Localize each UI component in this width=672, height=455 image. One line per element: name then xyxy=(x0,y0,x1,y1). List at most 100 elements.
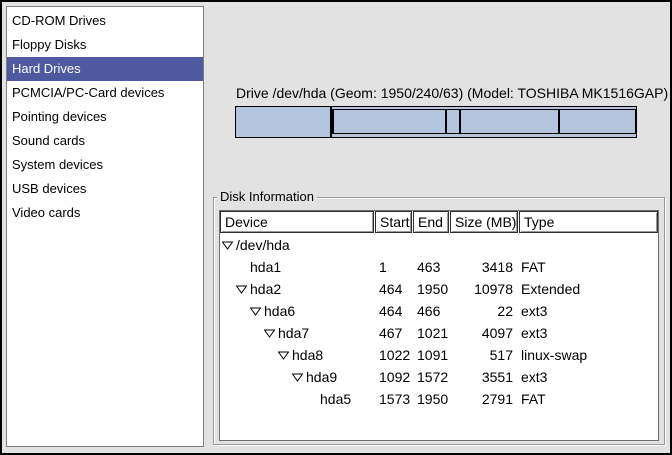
size-cell: 3418 xyxy=(450,256,518,278)
tree-indent xyxy=(222,399,306,400)
device-cell: /dev/hda xyxy=(220,234,374,256)
end-cell: 1950 xyxy=(413,388,449,410)
start-cell: 467 xyxy=(375,322,412,344)
tree-indent xyxy=(222,377,292,378)
device-label: hda9 xyxy=(306,366,337,388)
device-cell: hda5 xyxy=(220,388,374,410)
expander-icon[interactable] xyxy=(264,329,275,338)
partition-table: DeviceStartEndSize (MB)Type /dev/hdahda1… xyxy=(219,210,659,441)
table-row-hda6[interactable]: hda6 46446622ext3 xyxy=(220,300,658,322)
start-cell: 1 xyxy=(375,256,412,278)
sidebar-item-system-devices[interactable]: System devices xyxy=(7,153,203,177)
expander-spacer xyxy=(306,399,320,400)
table-row-hda5[interactable]: hda5 157319502791FAT xyxy=(220,388,658,410)
device-cell: hda1 xyxy=(220,256,374,278)
table-row-hda9[interactable]: hda9 109215723551ext3 xyxy=(220,366,658,388)
table-row-hda2[interactable]: hda2 464195010978Extended xyxy=(220,278,658,300)
end-cell: 1091 xyxy=(413,344,449,366)
end-cell: 463 xyxy=(413,256,449,278)
table-row-hda8[interactable]: hda8 10221091517linux-swap xyxy=(220,344,658,366)
size-cell: 22 xyxy=(450,300,518,322)
size-cell: 3551 xyxy=(450,366,518,388)
partition-segment-hda7 xyxy=(333,109,446,134)
table-body: /dev/hdahda114633418FAThda2464195010978E… xyxy=(220,233,658,410)
end-cell xyxy=(413,234,449,256)
device-cell: hda7 xyxy=(220,322,374,344)
partition-segment-hda2 xyxy=(331,107,636,137)
window: CD-ROM DrivesFloppy DisksHard DrivesPCMC… xyxy=(0,0,672,455)
end-cell: 466 xyxy=(413,300,449,322)
partition-segment-hda8 xyxy=(446,109,460,134)
sidebar-item-sound-cards[interactable]: Sound cards xyxy=(7,129,203,153)
size-cell: 517 xyxy=(450,344,518,366)
start-cell: 1022 xyxy=(375,344,412,366)
table-row-hda7[interactable]: hda7 46710214097ext3 xyxy=(220,322,658,344)
type-cell: linux-swap xyxy=(519,344,658,366)
size-cell xyxy=(450,234,518,256)
expander-spacer xyxy=(236,267,250,268)
end-cell: 1021 xyxy=(413,322,449,344)
sidebar-item-pcmcia-pc-card-devices[interactable]: PCMCIA/PC-Card devices xyxy=(7,81,203,105)
partition-segment-hda5 xyxy=(559,109,636,134)
device-cell: hda2 xyxy=(220,278,374,300)
tree-indent xyxy=(222,311,250,312)
start-cell: 464 xyxy=(375,300,412,322)
type-cell: FAT xyxy=(519,388,658,410)
type-cell: ext3 xyxy=(519,300,658,322)
sidebar-item-pointing-devices[interactable]: Pointing devices xyxy=(7,105,203,129)
sidebar-item-floppy-disks[interactable]: Floppy Disks xyxy=(7,33,203,57)
table-header: DeviceStartEndSize (MB)Type xyxy=(220,211,658,233)
size-cell: 4097 xyxy=(450,322,518,344)
column-header-end[interactable]: End xyxy=(413,211,449,233)
end-cell: 1572 xyxy=(413,366,449,388)
table-row-hda1[interactable]: hda1 14633418FAT xyxy=(220,256,658,278)
tree-indent xyxy=(222,289,236,290)
tree-indent xyxy=(222,355,278,356)
size-cell: 10978 xyxy=(450,278,518,300)
drive-title: Drive /dev/hda (Geom: 1950/240/63) (Mode… xyxy=(236,85,668,101)
disk-information-groupbox: Disk Information DeviceStartEndSize (MB)… xyxy=(213,197,665,445)
expander-icon[interactable] xyxy=(292,373,303,382)
device-label: hda1 xyxy=(250,256,281,278)
device-label: hda6 xyxy=(264,300,295,322)
column-header-device[interactable]: Device xyxy=(220,211,374,233)
device-label: hda8 xyxy=(292,344,323,366)
start-cell: 464 xyxy=(375,278,412,300)
sidebar-list: CD-ROM DrivesFloppy DisksHard DrivesPCMC… xyxy=(6,6,204,447)
start-cell: 1573 xyxy=(375,388,412,410)
sidebar-item-hard-drives[interactable]: Hard Drives xyxy=(7,57,203,81)
tree-indent xyxy=(222,333,264,334)
sidebar-item-video-cards[interactable]: Video cards xyxy=(7,201,203,225)
column-header-start[interactable]: Start xyxy=(375,211,412,233)
tree-indent xyxy=(222,267,236,268)
column-header-type[interactable]: Type xyxy=(519,211,658,233)
start-cell xyxy=(375,234,412,256)
device-cell: hda8 xyxy=(220,344,374,366)
type-cell: ext3 xyxy=(519,322,658,344)
type-cell: ext3 xyxy=(519,366,658,388)
type-cell xyxy=(519,234,658,256)
table-row-dev-hda[interactable]: /dev/hda xyxy=(220,234,658,256)
expander-icon[interactable] xyxy=(236,285,247,294)
expander-icon[interactable] xyxy=(222,241,233,250)
expander-icon[interactable] xyxy=(250,307,261,316)
partition-segment-hda1 xyxy=(236,107,331,137)
type-cell: Extended xyxy=(519,278,658,300)
partition-segment-hda9 xyxy=(460,109,558,134)
device-cell: hda9 xyxy=(220,366,374,388)
end-cell: 1950 xyxy=(413,278,449,300)
device-label: /dev/hda xyxy=(236,234,290,256)
sidebar-item-cd-rom-drives[interactable]: CD-ROM Drives xyxy=(7,9,203,33)
expander-icon[interactable] xyxy=(278,351,289,360)
device-cell: hda6 xyxy=(220,300,374,322)
size-cell: 2791 xyxy=(450,388,518,410)
partition-bar xyxy=(235,106,637,138)
column-header-size-mb[interactable]: Size (MB) xyxy=(450,211,518,233)
device-label: hda7 xyxy=(278,322,309,344)
device-label: hda2 xyxy=(250,278,281,300)
start-cell: 1092 xyxy=(375,366,412,388)
disk-information-label: Disk Information xyxy=(217,189,317,205)
type-cell: FAT xyxy=(519,256,658,278)
sidebar-item-usb-devices[interactable]: USB devices xyxy=(7,177,203,201)
device-label: hda5 xyxy=(320,388,351,410)
